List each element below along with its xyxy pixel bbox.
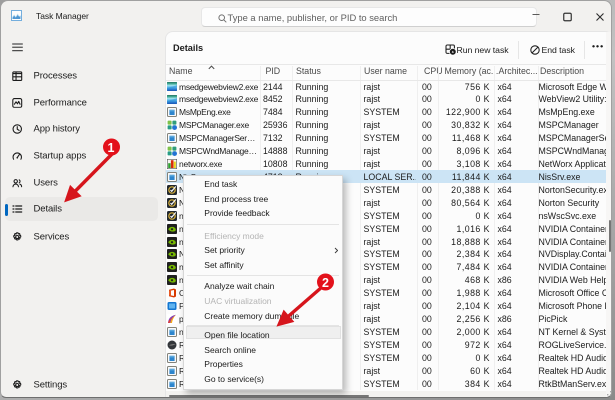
svg-text:1: 1 [108, 141, 115, 155]
svg-text:2: 2 [322, 276, 329, 290]
